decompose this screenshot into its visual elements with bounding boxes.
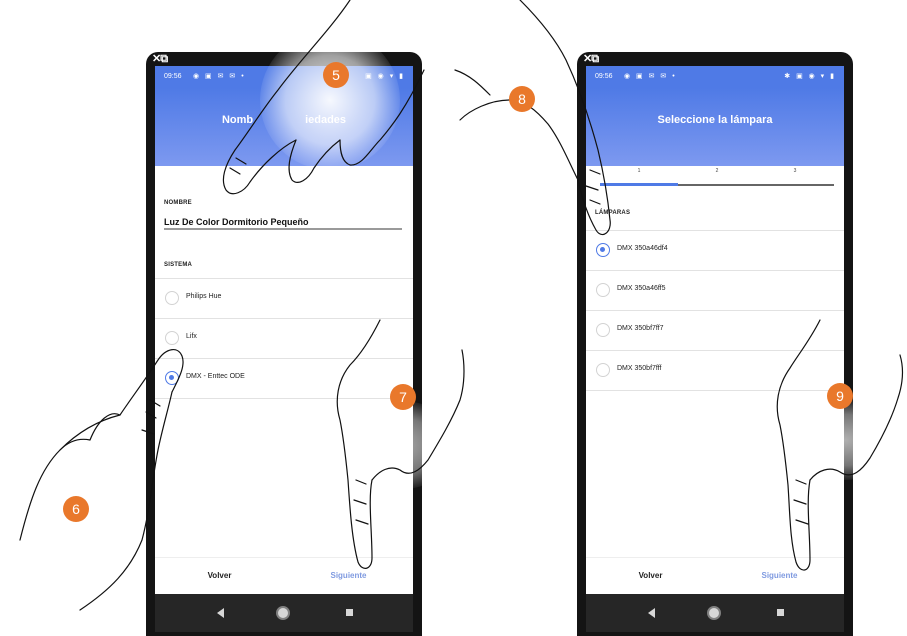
action-bar: Volver Siguiente [586,557,844,594]
hand-outline [59,413,121,451]
radio-philips-hue[interactable] [165,291,179,305]
nav-home-icon[interactable] [276,606,290,620]
system-label: SISTEMA [164,262,193,268]
screen-select-lamp: 09:56 ◉ ▣ ✉ ✉ • ✱ ▣ ◉ ▾ ▮ Seleccione la … [586,66,844,632]
radio-lifx[interactable] [165,331,179,345]
lamps-label: LÁMPARAS [595,210,631,216]
highlight-glow [260,30,400,170]
phone-right: ✕⧉ 09:56 ◉ ▣ ✉ ✉ • ✱ ▣ ◉ ▾ ▮ Seleccione … [577,52,853,636]
back-button[interactable]: Volver [586,571,715,580]
signal-icons: ✱ ▣ ◉ ▾ ▮ [784,73,836,80]
lamp-item[interactable]: DMX 350bf7ff7 [586,311,844,351]
name-field-underline [164,228,402,230]
android-nav-bar [586,594,844,632]
nav-recent-icon[interactable] [346,609,353,616]
step-badge: 7 [390,384,416,410]
option-dmx-enttec[interactable]: DMX - Enttec ODE [155,359,413,399]
lamp-label: DMX 350bf7fff [617,365,662,372]
lamp-item[interactable]: DMX 350bf7fff [586,351,844,391]
highlight-glow [790,400,900,480]
system-options-list: Philips Hue Lifx DMX - Enttec ODE [155,278,413,399]
nav-back-icon[interactable] [217,608,224,618]
close-icon: ✕⧉ [583,53,599,65]
step-number: 3 [793,168,797,174]
step-bar [756,184,834,186]
lamps-list: DMX 350a46df4 DMX 350a46ff5 DMX 350bf7ff… [586,230,844,391]
highlight-glow [330,400,460,490]
lamp-radio[interactable] [596,323,610,337]
lamp-label: DMX 350bf7ff7 [617,325,664,332]
next-button[interactable]: Siguiente [715,571,844,580]
nav-home-icon[interactable] [707,606,721,620]
step-3: 3 [756,166,834,186]
option-philips-hue[interactable]: Philips Hue [155,279,413,319]
step-badge: 9 [827,383,853,409]
lamp-radio[interactable] [596,243,610,257]
lamp-radio[interactable] [596,283,610,297]
notification-icons: ◉ ▣ ✉ ✉ • [193,73,246,80]
name-label: NOMBRE [164,200,192,206]
step-1: 1 [600,166,678,186]
step-bar [600,183,678,186]
step-bar [678,184,756,186]
lamp-label: DMX 350a46ff5 [617,285,666,292]
notification-icons: ◉ ▣ ✉ ✉ • [624,73,677,80]
option-label: Lifx [186,333,197,340]
lamp-item[interactable]: DMX 350a46ff5 [586,271,844,311]
step-badge: 8 [509,86,535,112]
nav-back-icon[interactable] [648,608,655,618]
status-bar: 09:56 ◉ ▣ ✉ ✉ • ✱ ▣ ◉ ▾ ▮ [586,66,844,88]
lamp-radio[interactable] [596,363,610,377]
step-badge: 5 [323,62,349,88]
step-badge: 6 [63,496,89,522]
option-label: DMX - Enttec ODE [186,373,245,380]
option-label: Philips Hue [186,293,222,300]
nav-recent-icon[interactable] [777,609,784,616]
android-nav-bar [155,594,413,632]
name-field[interactable]: Luz De Color Dormitorio Pequeño [164,217,309,227]
page-title: Seleccione la lámpara [657,114,773,126]
step-indicator: 1 2 3 [586,166,844,186]
lamp-label: DMX 350a46df4 [617,245,668,252]
next-button[interactable]: Siguiente [284,571,413,580]
status-time: 09:56 [164,73,182,80]
back-button[interactable]: Volver [155,571,284,580]
step-2: 2 [678,166,756,186]
radio-dmx-enttec[interactable] [165,371,179,385]
lamp-item[interactable]: DMX 350a46df4 [586,231,844,271]
step-number: 2 [715,168,719,174]
action-bar: Volver Siguiente [155,557,413,594]
option-lifx[interactable]: Lifx [155,319,413,359]
close-icon: ✕⧉ [152,53,168,65]
status-time: 09:56 [595,73,613,80]
app-header: Seleccione la lámpara [586,88,844,166]
step-number: 1 [637,168,641,174]
